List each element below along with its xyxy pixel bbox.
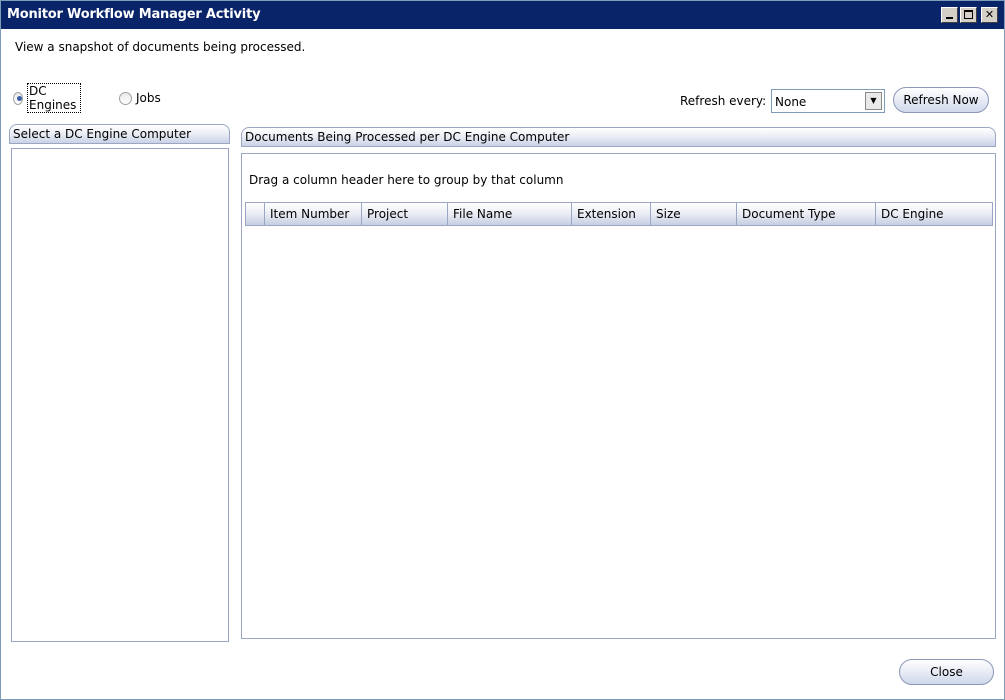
grid-header-row: Item Number Project File Name Extension … (245, 202, 993, 226)
documents-panel: Documents Being Processed per DC Engine … (241, 127, 996, 639)
column-header-document-type[interactable]: Document Type (737, 203, 876, 225)
column-header-item-number[interactable]: Item Number (265, 203, 362, 225)
dc-engine-panel-title: Select a DC Engine Computer (9, 124, 230, 144)
radio-dc-engines[interactable]: DC Engines (13, 83, 82, 113)
refresh-interval-value: None (775, 95, 807, 109)
column-header-size[interactable]: Size (651, 203, 737, 225)
refresh-now-button[interactable]: Refresh Now (893, 87, 989, 113)
row-selector-header[interactable] (246, 203, 265, 225)
title-bar[interactable]: Monitor Workflow Manager Activity ✕ (1, 1, 1004, 29)
radio-jobs[interactable]: Jobs (119, 88, 161, 108)
close-button[interactable]: Close (899, 659, 994, 685)
chevron-down-icon[interactable]: ▼ (865, 92, 882, 110)
radio-checked-icon (13, 91, 24, 105)
radio-jobs-label: Jobs (136, 91, 161, 105)
window-title: Monitor Workflow Manager Activity (7, 7, 261, 22)
close-icon: ✕ (984, 8, 995, 21)
monitor-window: Monitor Workflow Manager Activity ✕ View… (0, 0, 1005, 700)
dc-engine-list[interactable] (11, 148, 229, 642)
radio-unchecked-icon (119, 91, 132, 105)
column-header-project[interactable]: Project (362, 203, 448, 225)
refresh-every-label: Refresh every: (680, 94, 767, 108)
minimize-button[interactable] (941, 7, 958, 23)
maximize-button[interactable] (960, 7, 977, 23)
radio-dc-engines-label: DC Engines (27, 83, 82, 113)
column-header-dc-engine[interactable]: DC Engine (876, 203, 992, 225)
group-by-area[interactable]: Drag a column header here to group by th… (249, 173, 563, 187)
maximize-icon (964, 10, 973, 19)
minimize-icon (946, 17, 953, 19)
column-header-file-name[interactable]: File Name (448, 203, 572, 225)
close-window-button[interactable]: ✕ (981, 7, 998, 23)
refresh-interval-select[interactable]: None ▼ (771, 89, 885, 113)
documents-panel-title: Documents Being Processed per DC Engine … (241, 127, 996, 147)
dc-engine-panel: Select a DC Engine Computer (9, 124, 230, 643)
window-description: View a snapshot of documents being proce… (15, 40, 306, 54)
column-header-extension[interactable]: Extension (572, 203, 651, 225)
